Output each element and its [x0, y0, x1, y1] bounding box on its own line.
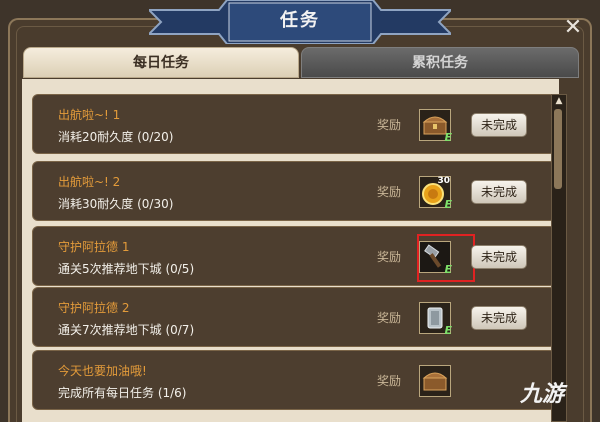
gold-coin-30-icon[interactable]: 30 E [419, 176, 452, 211]
reward-label: 奖励 [377, 311, 402, 325]
task-title: 守护阿拉德 1 [58, 240, 130, 254]
reward-count-badge: 30 [437, 176, 450, 186]
hammer-icon[interactable]: E [419, 241, 452, 276]
treasure-chest-icon[interactable] [419, 365, 451, 397]
task-list-scrollbar[interactable]: ▲ [551, 94, 567, 422]
task-row: 今天也要加油哦! 完成所有每日任务 (1/6) 奖励 [32, 350, 556, 410]
close-button[interactable]: ✕ [560, 16, 586, 40]
task-title: 今天也要加油哦! [58, 364, 147, 378]
task-title: 守护阿拉德 2 [58, 301, 130, 315]
task-list: 出航啦~! 1 消耗20耐久度 (0/20) 奖励 E 未完成 出航啦~! 2 … [22, 79, 559, 422]
task-row: 出航啦~! 2 消耗30耐久度 (0/30) 奖励 30 E 未完成 [32, 161, 556, 221]
task-description: 消耗20耐久度 (0/20) [58, 130, 174, 144]
status-button-incomplete[interactable]: 未完成 [471, 113, 527, 137]
watermark-text: 九游 [520, 382, 565, 407]
status-button-incomplete[interactable]: 未完成 [471, 180, 527, 204]
status-button-incomplete[interactable]: 未完成 [471, 245, 527, 269]
task-title: 出航啦~! 2 [58, 175, 121, 189]
task-row: 守护阿拉德 2 通关7次推荐地下城 (0/7) 奖励 E 未完成 [32, 287, 556, 347]
scroll-up-arrow-icon[interactable]: ▲ [552, 95, 566, 107]
status-button-incomplete[interactable]: 未完成 [471, 306, 527, 330]
task-description: 通关7次推荐地下城 (0/7) [58, 323, 195, 337]
task-row: 出航啦~! 1 消耗20耐久度 (0/20) 奖励 E 未完成 [32, 94, 556, 154]
task-description: 通关5次推荐地下城 (0/5) [58, 262, 195, 276]
reward-label: 奖励 [377, 374, 402, 388]
treasure-chest-icon[interactable]: E [419, 109, 452, 144]
tab-cumulative-tasks[interactable]: 累积任务 [301, 47, 579, 78]
task-row: 守护阿拉德 1 通关5次推荐地下城 (0/5) 奖励 E 未完成 [32, 226, 556, 286]
reward-label: 奖励 [377, 185, 402, 199]
reward-label: 奖励 [377, 250, 402, 264]
task-description: 消耗30耐久度 (0/30) [58, 197, 174, 211]
stone-tablet-icon[interactable]: E [419, 302, 452, 337]
tab-daily-tasks[interactable]: 每日任务 [23, 47, 299, 78]
task-description: 完成所有每日任务 (1/6) [58, 386, 187, 400]
close-icon: ✕ [563, 15, 583, 40]
reward-label: 奖励 [377, 118, 402, 132]
watermark-logo: 九游 [520, 376, 598, 416]
window-title: 任务 [280, 10, 320, 31]
task-title: 出航啦~! 1 [58, 108, 121, 122]
scroll-thumb[interactable] [554, 109, 562, 189]
